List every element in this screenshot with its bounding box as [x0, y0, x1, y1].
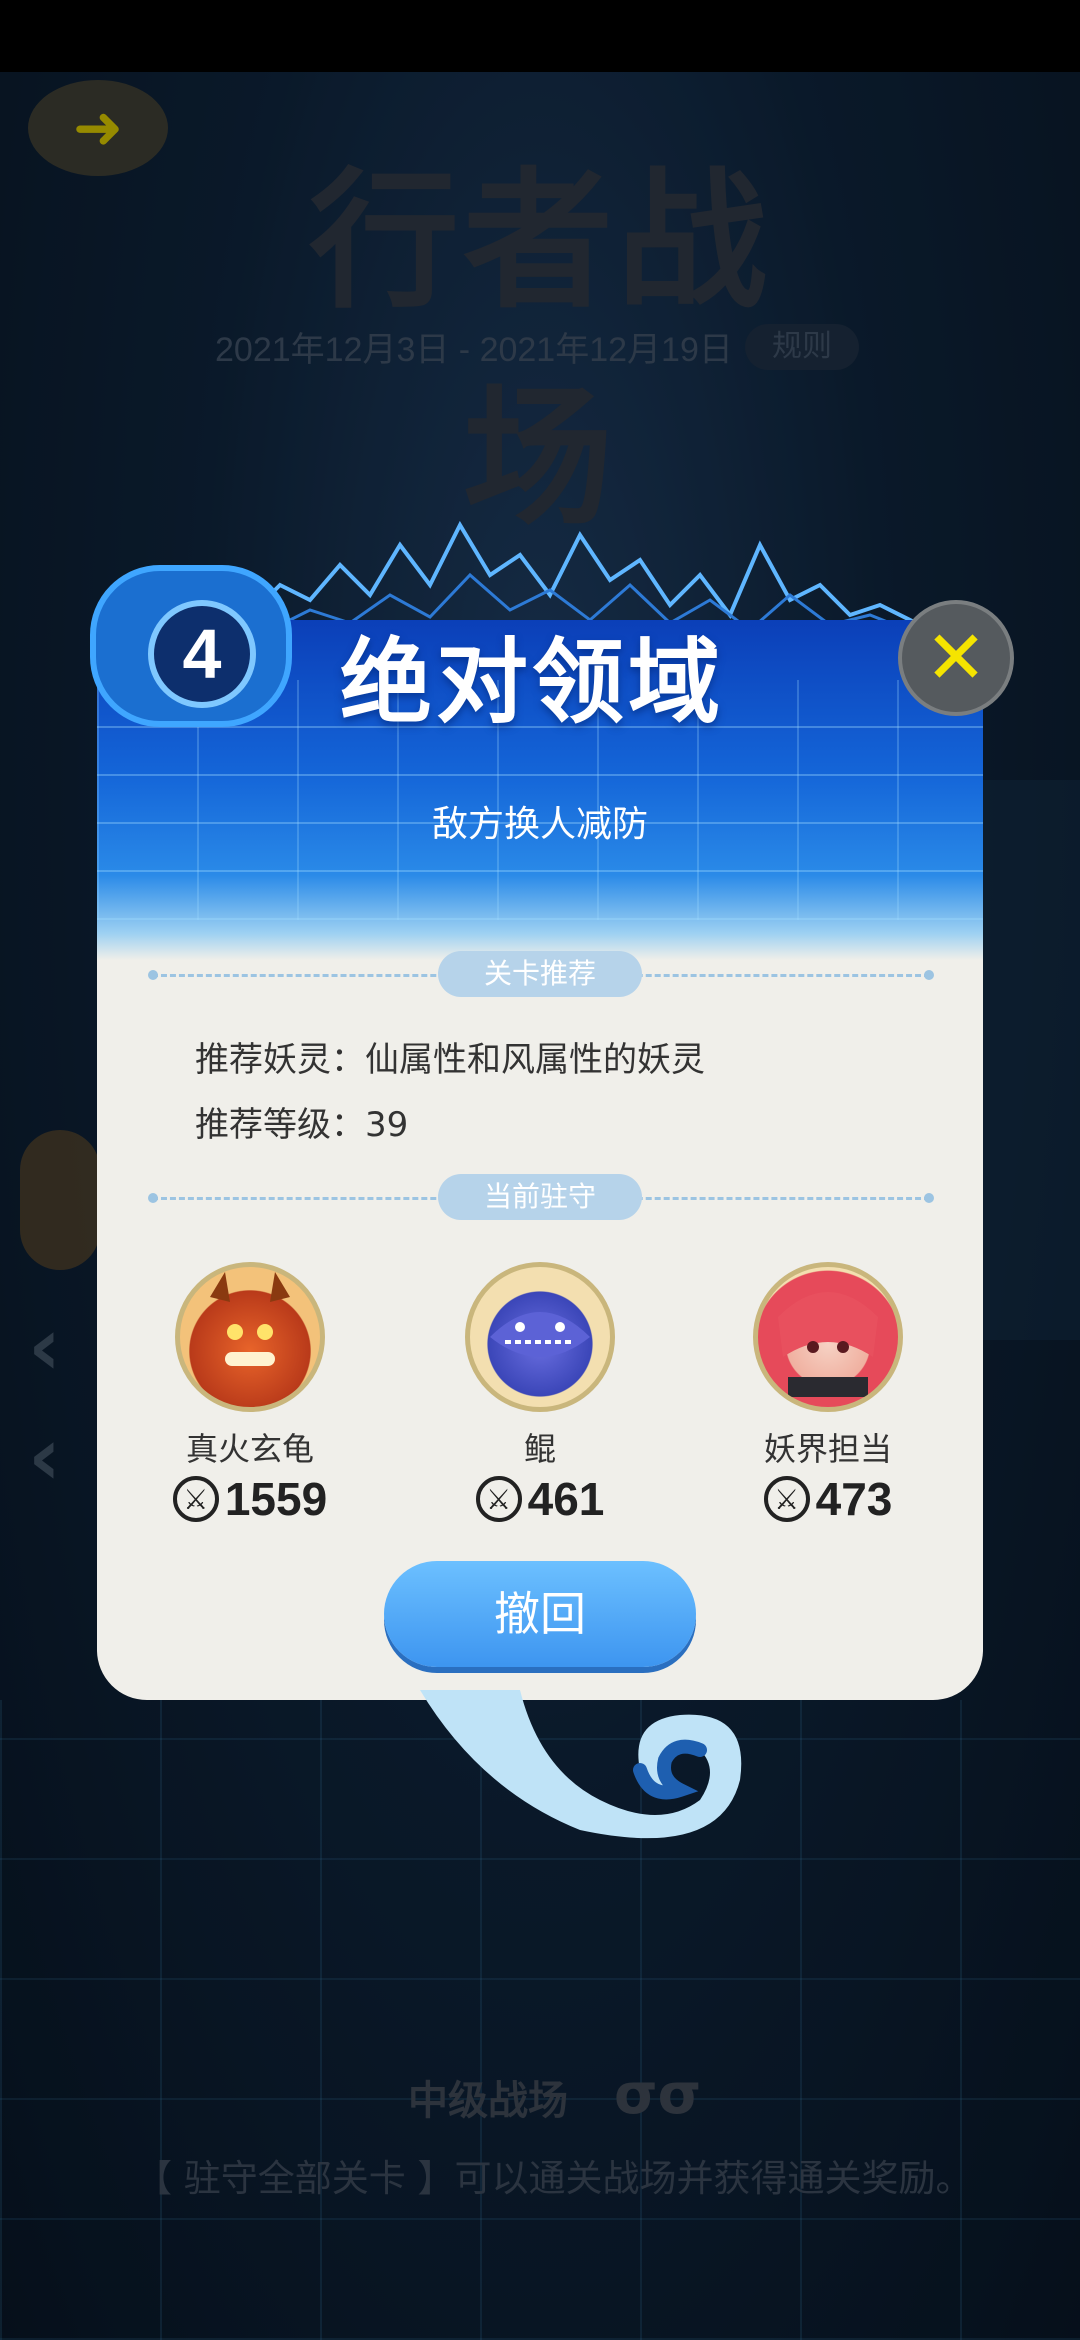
- power-value: 1559: [224, 1473, 328, 1525]
- hero-power: ⚔ 1559: [140, 1472, 360, 1526]
- avatar: [175, 1262, 325, 1412]
- stage-number: 4: [148, 600, 256, 708]
- power-value: 473: [815, 1473, 893, 1525]
- hero-name: 鲲: [523, 1430, 556, 1468]
- garrison-hero[interactable]: 真火玄龟 ⚔ 1559: [140, 1262, 360, 1526]
- stage-dialog: [97, 620, 983, 1700]
- section-recommend-label: 关卡推荐: [438, 951, 642, 997]
- section-garrison-label: 当前驻守: [438, 1174, 642, 1220]
- garrison-hero[interactable]: 鲲 ⚔ 461: [430, 1262, 650, 1526]
- sword-icon: ⚔: [172, 1476, 219, 1522]
- stage-effect: 敌方换人减防: [431, 804, 648, 845]
- cloud-tail-decoration: [420, 1690, 742, 1839]
- recommend-level: 推荐等级：39: [195, 1105, 409, 1145]
- power-value: 461: [527, 1473, 605, 1525]
- avatar: [753, 1262, 903, 1412]
- revoke-button[interactable]: 撤回: [384, 1561, 696, 1667]
- sword-icon: ⚔: [763, 1476, 810, 1522]
- hero-power: ⚔ 461: [430, 1472, 650, 1526]
- dialog-title: 绝对领域: [340, 629, 725, 736]
- sword-icon: ⚔: [475, 1476, 522, 1522]
- hero-name: 妖界担当: [763, 1430, 892, 1468]
- hero-power: ⚔ 473: [718, 1472, 938, 1526]
- hero-name: 真火玄龟: [185, 1430, 314, 1468]
- close-button[interactable]: ✕: [898, 600, 1014, 716]
- close-icon: ✕: [924, 615, 987, 701]
- recommend-spirit: 推荐妖灵：仙属性和风属性的妖灵: [195, 1040, 705, 1080]
- garrison-hero[interactable]: 妖界担当 ⚔ 473: [718, 1262, 938, 1526]
- avatar: [465, 1262, 615, 1412]
- status-bar: [0, 0, 1080, 72]
